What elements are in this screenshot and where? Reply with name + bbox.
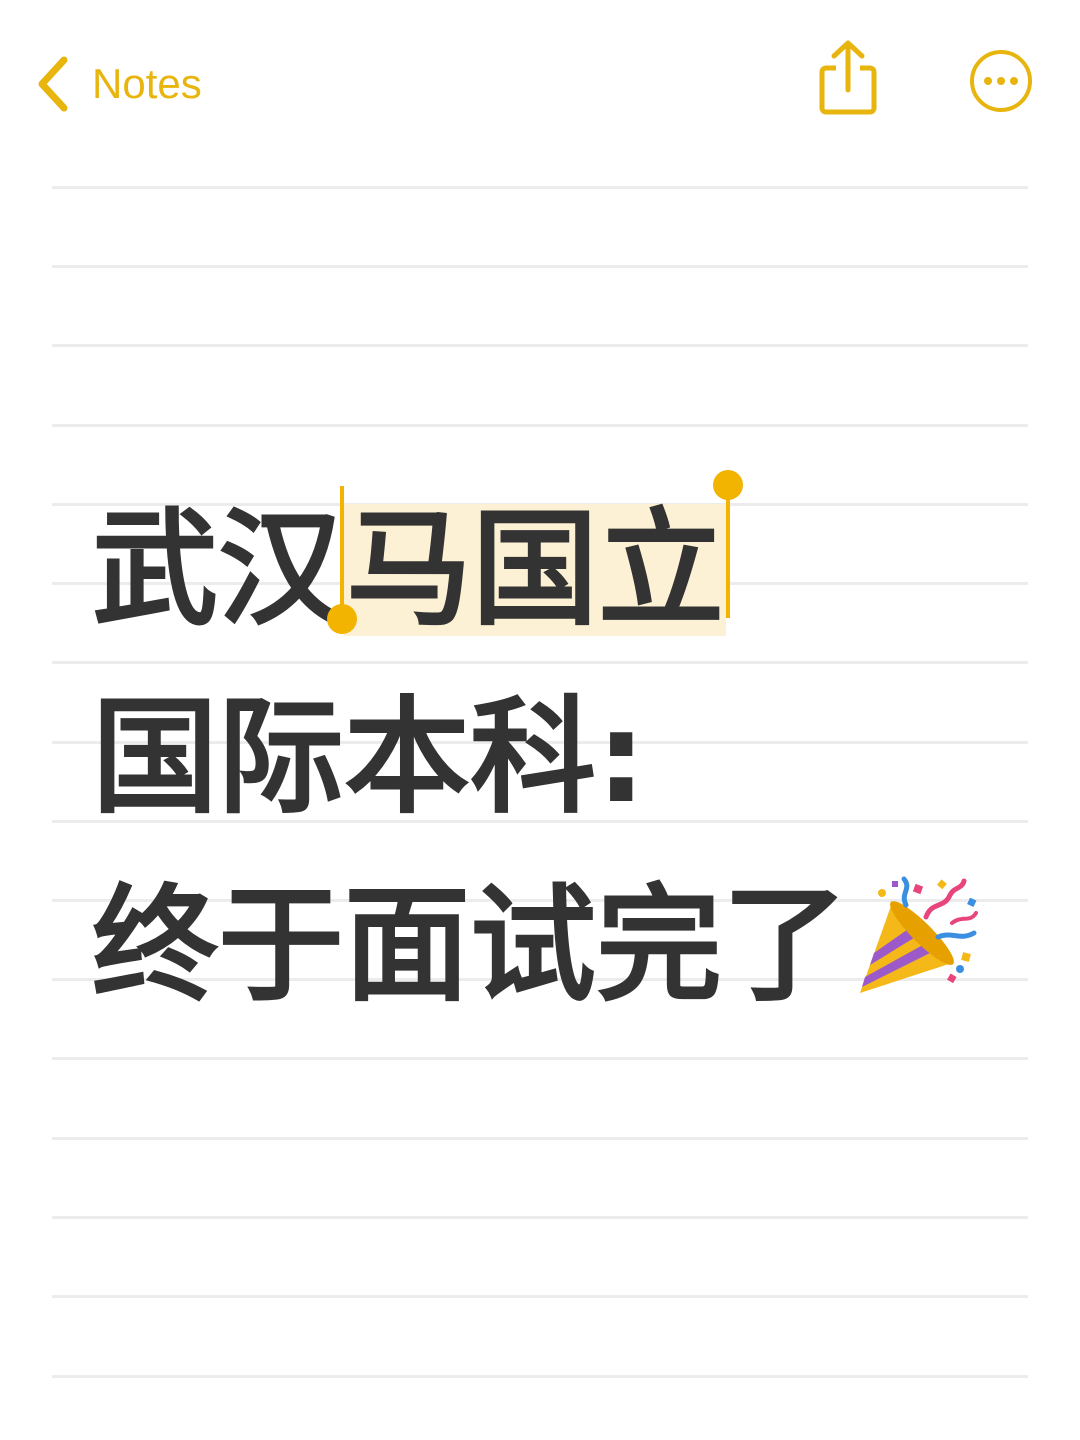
rule-line bbox=[52, 1137, 1028, 1140]
rule-line bbox=[52, 424, 1028, 427]
rule-line bbox=[52, 344, 1028, 347]
rule-line bbox=[52, 1216, 1028, 1219]
note-line-1: 武汉马国立 bbox=[92, 470, 1022, 664]
rule-line bbox=[52, 1375, 1028, 1378]
text-selection[interactable]: 马国立 bbox=[327, 470, 743, 664]
rule-line bbox=[52, 1295, 1028, 1298]
selection-start-handle[interactable] bbox=[327, 486, 357, 634]
note-body[interactable]: 武汉马国立 国际本科: 终于面试完了 bbox=[92, 470, 1022, 1040]
rule-line bbox=[52, 265, 1028, 268]
rule-line bbox=[52, 1057, 1028, 1060]
selected-text: 马国立 bbox=[344, 496, 726, 643]
note-text-plain: 武汉 bbox=[92, 496, 344, 643]
note-text-line3: 终于面试完了 bbox=[92, 872, 848, 1019]
note-line-3: 终于面试完了 bbox=[92, 852, 1022, 1040]
selection-end-handle[interactable] bbox=[713, 470, 743, 618]
party-popper-icon bbox=[860, 876, 978, 993]
rule-line bbox=[52, 186, 1028, 189]
note-line-2: 国际本科: bbox=[92, 684, 647, 831]
